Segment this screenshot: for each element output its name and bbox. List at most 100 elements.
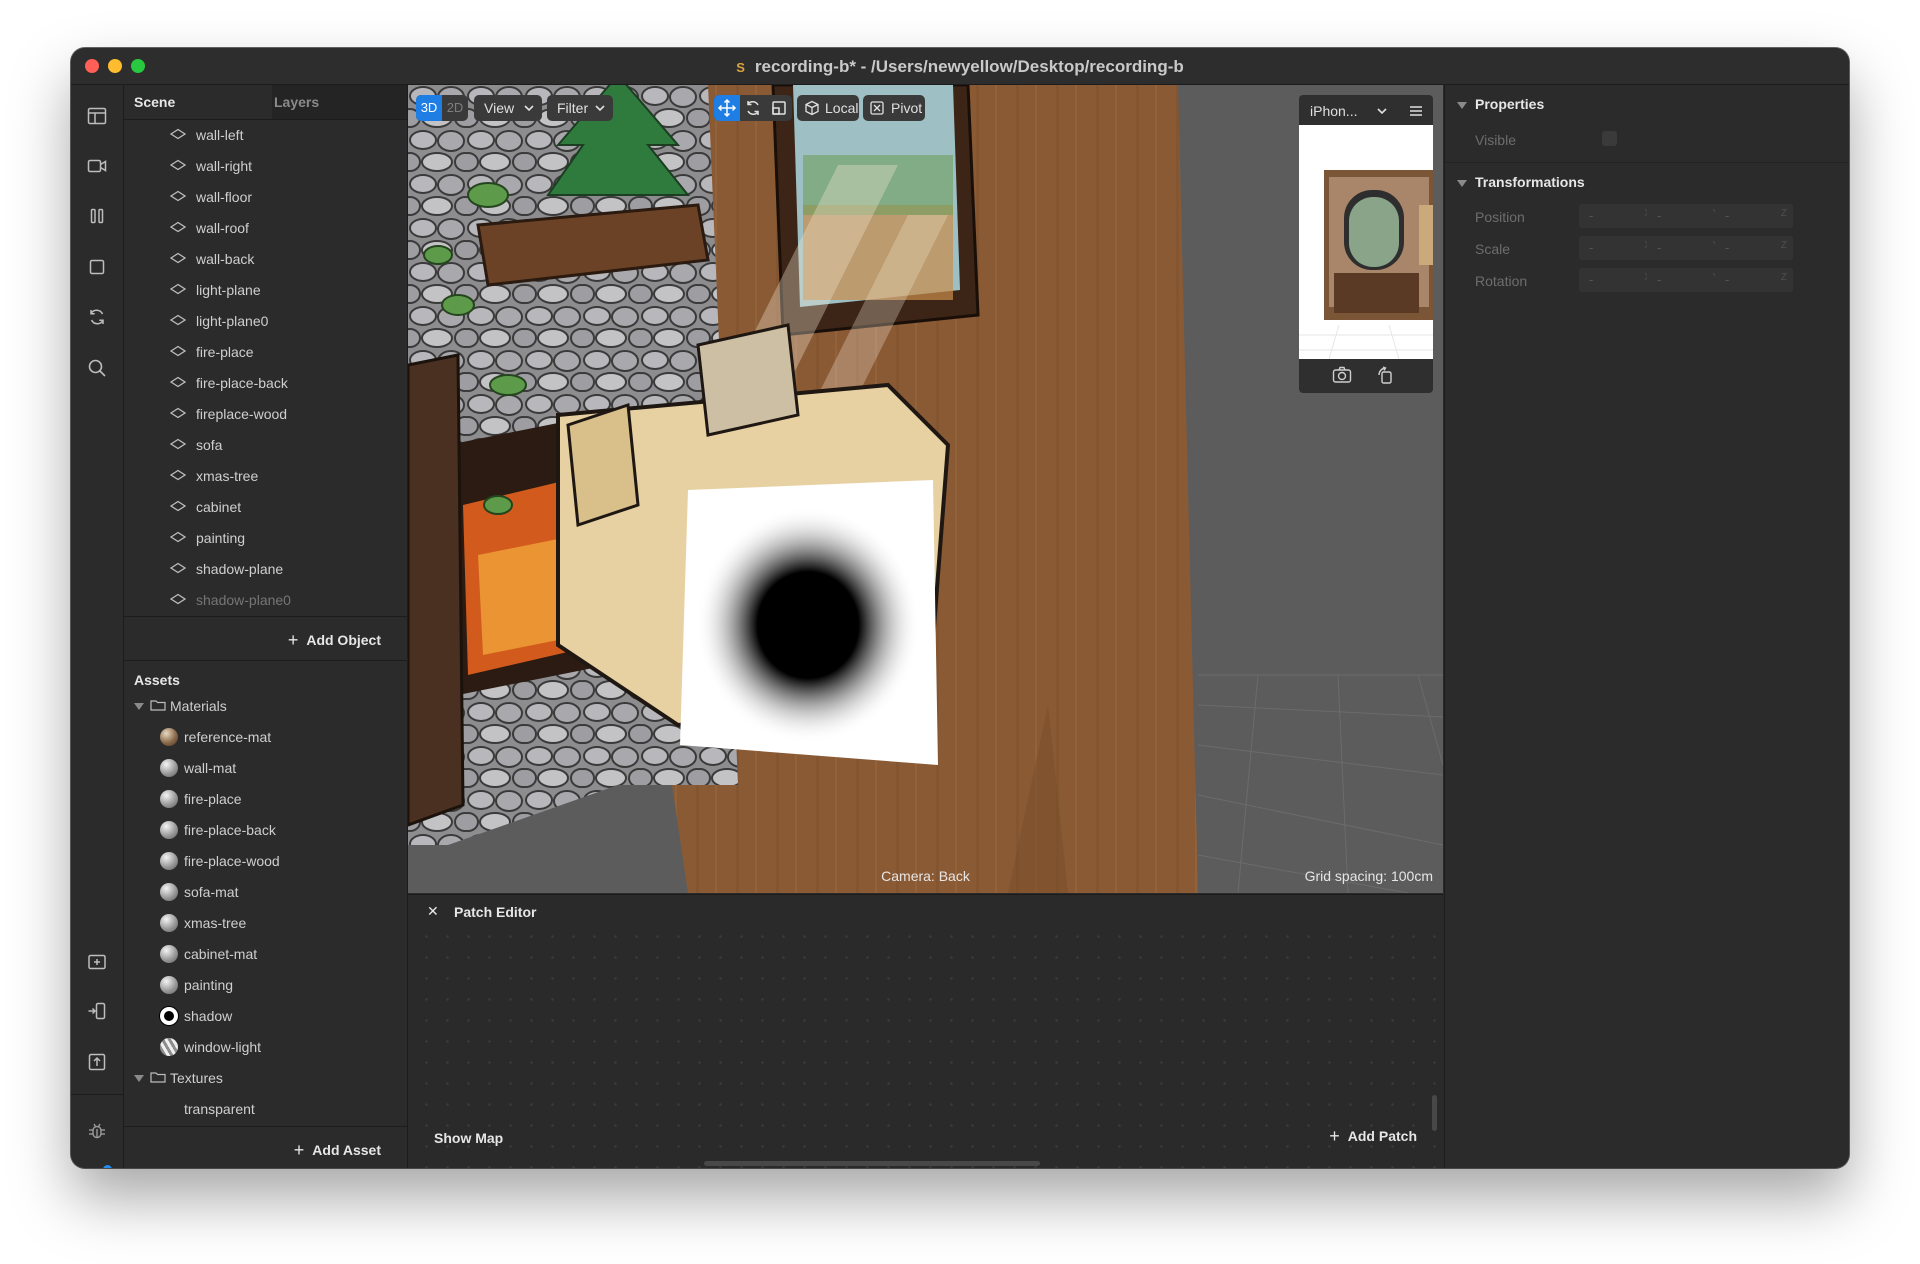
- add-asset-button[interactable]: + Add Asset: [294, 1139, 381, 1160]
- layout-icon[interactable]: [84, 103, 110, 129]
- scene-item[interactable]: sofa: [124, 429, 407, 460]
- square-icon[interactable]: [84, 254, 110, 280]
- asset-item[interactable]: shadow: [124, 1000, 407, 1031]
- scene-item[interactable]: light-plane: [124, 274, 407, 305]
- vertical-scrollbar[interactable]: [1432, 1095, 1437, 1131]
- menu-icon[interactable]: [1409, 105, 1423, 117]
- transform-field-x[interactable]: -X: [1579, 236, 1657, 260]
- transform-field-z[interactable]: -Z: [1715, 204, 1793, 228]
- transform-field-y[interactable]: -Y: [1647, 204, 1725, 228]
- asset-item[interactable]: fire-place: [124, 783, 407, 814]
- scene-item[interactable]: shadow-plane0: [124, 584, 407, 615]
- scene-item[interactable]: wall-roof: [124, 212, 407, 243]
- transform-field-z[interactable]: -Z: [1715, 268, 1793, 292]
- pause-icon[interactable]: [84, 203, 110, 229]
- asset-item[interactable]: window-light: [124, 1031, 407, 1062]
- transformations-section-header[interactable]: Transformations: [1445, 163, 1849, 201]
- close-icon[interactable]: ✕: [427, 903, 439, 920]
- refresh-icon[interactable]: [84, 304, 110, 330]
- scene-item[interactable]: wall-floor: [124, 181, 407, 212]
- scene-item-label: xmas-tree: [196, 467, 259, 484]
- scene-item[interactable]: light-plane0: [124, 305, 407, 336]
- scene-item[interactable]: painting: [124, 522, 407, 553]
- chevron-down-icon: [595, 105, 605, 112]
- view-mode-toggle[interactable]: 3D 2D: [416, 95, 468, 121]
- asset-folder[interactable]: Textures: [124, 1062, 407, 1093]
- scene-viewport[interactable]: 3D 2D View Filter Local Pivot iPhon... C…: [408, 85, 1443, 893]
- axis-label: Z: [1780, 272, 1787, 283]
- transform-field-x[interactable]: -X: [1579, 204, 1657, 228]
- asset-item-label: painting: [184, 977, 234, 993]
- disclosure-triangle-icon[interactable]: [134, 1075, 144, 1082]
- scene-item[interactable]: wall-back: [124, 243, 407, 274]
- filter-dropdown[interactable]: Filter: [547, 95, 613, 121]
- asset-item[interactable]: wall-mat: [124, 752, 407, 783]
- disclosure-triangle-icon[interactable]: [134, 703, 144, 710]
- properties-section-header[interactable]: Properties: [1445, 85, 1849, 123]
- scene-tabs: Scene Layers: [124, 85, 407, 120]
- scene-item[interactable]: xmas-tree: [124, 460, 407, 491]
- asset-folder[interactable]: Materials: [124, 690, 407, 721]
- device-selector[interactable]: iPhon...: [1310, 103, 1357, 119]
- scene-item[interactable]: shadow-plane: [124, 553, 407, 584]
- bug-icon[interactable]: [84, 1118, 110, 1144]
- rotate-tool-button[interactable]: [740, 95, 766, 121]
- asset-item[interactable]: transparent: [124, 1093, 407, 1124]
- scene-item-label: painting: [196, 529, 246, 546]
- upload-icon[interactable]: [84, 1049, 110, 1075]
- plane-object-icon: [170, 593, 186, 605]
- horizontal-scrollbar[interactable]: [704, 1161, 1040, 1166]
- transform-field-x[interactable]: -X: [1579, 268, 1657, 292]
- asset-item[interactable]: painting: [124, 969, 407, 1000]
- scene-item[interactable]: wall-left: [124, 119, 407, 150]
- patch-editor[interactable]: ✕ Patch Editor Show Map + Add Patch: [408, 894, 1443, 1168]
- scale-tool-button[interactable]: [766, 95, 792, 121]
- transform-row-rotation: Rotation-X-Y-Z: [1445, 266, 1849, 294]
- transform-field-y[interactable]: -Y: [1647, 268, 1725, 292]
- add-patch-button[interactable]: + Add Patch: [1329, 1125, 1417, 1146]
- mode-3d-button[interactable]: 3D: [416, 95, 442, 121]
- add-object-button[interactable]: + Add Object: [288, 629, 381, 650]
- scene-render[interactable]: [408, 85, 1443, 893]
- tab-layers[interactable]: Layers: [264, 85, 414, 119]
- show-map-button[interactable]: Show Map: [434, 1130, 503, 1146]
- folder-label: Textures: [170, 1070, 223, 1086]
- asset-item[interactable]: fire-place-wood: [124, 845, 407, 876]
- mode-2d-button[interactable]: 2D: [442, 95, 468, 121]
- folder-icon: [150, 1072, 166, 1083]
- camera-icon[interactable]: [1332, 366, 1352, 384]
- scene-item[interactable]: fireplace-wood: [124, 398, 407, 429]
- scene-item[interactable]: wall-right: [124, 150, 407, 181]
- simulator-preview[interactable]: iPhon...: [1299, 95, 1433, 393]
- chevron-down-icon: [524, 105, 534, 112]
- asset-item[interactable]: sofa-mat: [124, 876, 407, 907]
- move-tool-button[interactable]: [714, 95, 740, 121]
- scene-item[interactable]: fire-place-back: [124, 367, 407, 398]
- tab-scene[interactable]: Scene: [124, 85, 272, 119]
- filter-dropdown-label: Filter: [557, 100, 589, 116]
- asset-item[interactable]: xmas-tree: [124, 907, 407, 938]
- scene-item[interactable]: fire-place: [124, 336, 407, 367]
- asset-item[interactable]: reference-mat: [124, 721, 407, 752]
- app-icon: S: [736, 60, 745, 75]
- rotate-device-icon[interactable]: [1376, 366, 1394, 384]
- transform-field-y[interactable]: -Y: [1647, 236, 1725, 260]
- plane-object-icon: [170, 128, 186, 140]
- simulator-header: iPhon...: [1299, 95, 1433, 125]
- import-icon[interactable]: [84, 998, 110, 1024]
- scene-item[interactable]: cabinet: [124, 491, 407, 522]
- asset-item[interactable]: fire-place-back: [124, 814, 407, 845]
- video-icon[interactable]: [84, 153, 110, 179]
- search-icon[interactable]: [84, 355, 110, 381]
- add-folder-icon[interactable]: [84, 948, 110, 974]
- plane-object-icon: [170, 345, 186, 357]
- scene-item-label: shadow-plane: [196, 560, 284, 577]
- chevron-down-icon[interactable]: [1377, 107, 1387, 115]
- scene-item-label: wall-roof: [196, 219, 249, 236]
- local-space-button[interactable]: Local: [797, 95, 859, 121]
- visible-checkbox[interactable]: [1602, 131, 1617, 146]
- transform-field-z[interactable]: -Z: [1715, 236, 1793, 260]
- view-dropdown[interactable]: View: [474, 95, 542, 121]
- asset-item[interactable]: cabinet-mat: [124, 938, 407, 969]
- pivot-button[interactable]: Pivot: [863, 95, 925, 121]
